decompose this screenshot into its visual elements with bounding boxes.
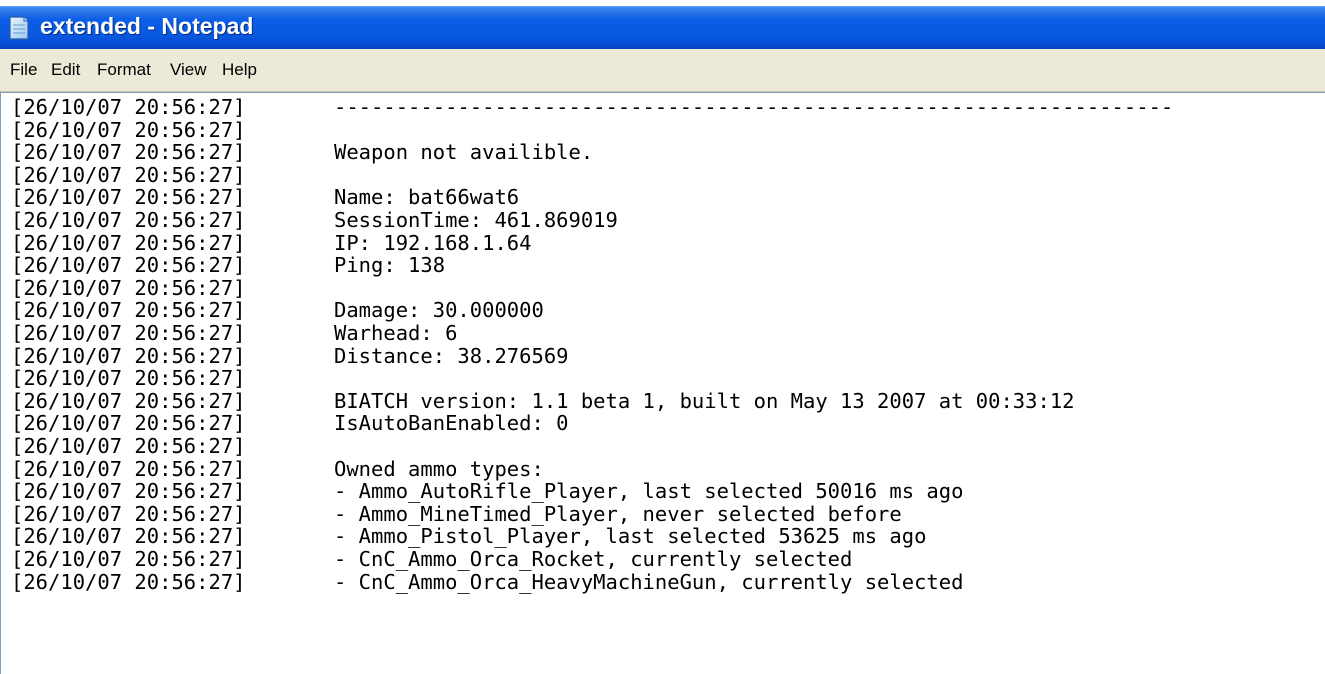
text-editor-area[interactable]: [26/10/07 20:56:27] ---------------------… xyxy=(0,92,1325,674)
log-message: Owned ammo types: xyxy=(334,456,544,481)
log-timestamp: [26/10/07 20:56:27] xyxy=(11,162,246,187)
log-message: Warhead: 6 xyxy=(334,321,458,345)
text-line: [26/10/07 20:56:27] Distance: 38.276569 xyxy=(1,344,1325,368)
log-message: Damage: 30.000000 xyxy=(334,298,544,323)
log-timestamp: [26/10/07 20:56:27] xyxy=(11,343,246,368)
text-line: [26/10/07 20:56:27] xyxy=(1,276,1325,300)
text-line: [26/10/07 20:56:27] BIATCH version: 1.1 b… xyxy=(1,389,1325,413)
log-timestamp: [26/10/07 20:56:27] xyxy=(11,547,246,571)
title-bar[interactable]: extended - Notepad xyxy=(0,6,1325,49)
log-message: Distance: 38.276569 xyxy=(334,343,569,368)
log-message: - Ammo_AutoRifle_Player, last selected 5… xyxy=(334,479,964,504)
text-line: [26/10/07 20:56:27] Weapon not availible. xyxy=(1,140,1325,164)
text-line: [26/10/07 20:56:27] ---------------------… xyxy=(1,95,1325,119)
menu-help[interactable]: Help xyxy=(222,60,257,80)
log-timestamp: [26/10/07 20:56:27] xyxy=(11,95,246,119)
text-line: [26/10/07 20:56:27] - Ammo_MineTimed_Play… xyxy=(1,502,1325,526)
text-line: [26/10/07 20:56:27] SessionTime: 461.8690… xyxy=(1,208,1325,232)
log-timestamp: [26/10/07 20:56:27] xyxy=(11,434,246,458)
text-line: [26/10/07 20:56:27] xyxy=(1,366,1325,390)
log-timestamp: [26/10/07 20:56:27] xyxy=(11,140,246,165)
log-timestamp: [26/10/07 20:56:27] xyxy=(11,456,246,481)
log-timestamp: [26/10/07 20:56:27] xyxy=(11,524,246,549)
log-timestamp: [26/10/07 20:56:27] xyxy=(11,569,246,594)
log-timestamp: [26/10/07 20:56:27] xyxy=(11,388,246,413)
text-line: [26/10/07 20:56:27] xyxy=(1,434,1325,458)
log-timestamp: [26/10/07 20:56:27] xyxy=(11,185,246,210)
log-message: ----------------------------------------… xyxy=(334,95,1174,119)
window-title: extended - Notepad xyxy=(40,13,254,39)
log-timestamp: [26/10/07 20:56:27] xyxy=(11,366,246,391)
text-line: [26/10/07 20:56:27] IP: 192.168.1.64 xyxy=(1,231,1325,255)
text-line: [26/10/07 20:56:27] xyxy=(1,118,1325,142)
text-line: [26/10/07 20:56:27] Name: bat66wat6 xyxy=(1,185,1325,209)
text-line: [26/10/07 20:56:27] - Ammo_AutoRifle_Play… xyxy=(1,479,1325,503)
notepad-icon xyxy=(7,15,31,41)
menu-file[interactable]: File xyxy=(10,60,37,80)
log-timestamp: [26/10/07 20:56:27] xyxy=(11,253,246,278)
text-line: [26/10/07 20:56:27] IsAutoBanEnabled: 0 xyxy=(1,411,1325,435)
log-timestamp: [26/10/07 20:56:27] xyxy=(11,275,246,300)
log-message: - Ammo_Pistol_Player, last selected 5362… xyxy=(334,524,927,549)
log-message: Ping: 138 xyxy=(334,253,446,278)
log-timestamp: [26/10/07 20:56:27] xyxy=(11,230,246,255)
menu-view[interactable]: View xyxy=(170,60,207,80)
log-message: IP: 192.168.1.64 xyxy=(334,230,532,255)
text-line: [26/10/07 20:56:27] Damage: 30.000000 xyxy=(1,298,1325,322)
log-timestamp: [26/10/07 20:56:27] xyxy=(11,117,246,142)
text-line: [26/10/07 20:56:27] - CnC_Ammo_Orca_Rocke… xyxy=(1,547,1325,571)
log-timestamp: [26/10/07 20:56:27] xyxy=(11,298,246,323)
text-line: [26/10/07 20:56:27] Ping: 138 xyxy=(1,253,1325,277)
text-line: [26/10/07 20:56:27] - Ammo_Pistol_Player,… xyxy=(1,524,1325,548)
log-message: BIATCH version: 1.1 beta 1, built on May… xyxy=(334,388,1075,413)
log-timestamp: [26/10/07 20:56:27] xyxy=(11,411,246,436)
log-timestamp: [26/10/07 20:56:27] xyxy=(11,321,246,345)
text-line: [26/10/07 20:56:27] Owned ammo types: xyxy=(1,457,1325,481)
log-timestamp: [26/10/07 20:56:27] xyxy=(11,479,246,504)
menu-format[interactable]: Format xyxy=(97,60,151,80)
log-message: - CnC_Ammo_Orca_HeavyMachineGun, current… xyxy=(334,569,964,594)
log-timestamp: [26/10/07 20:56:27] xyxy=(11,501,246,526)
log-message: Weapon not availible. xyxy=(334,140,594,165)
log-message: SessionTime: 461.869019 xyxy=(334,208,618,232)
text-line: [26/10/07 20:56:27] xyxy=(1,163,1325,187)
log-message: Name: bat66wat6 xyxy=(334,185,520,210)
notepad-window: extended - Notepad File Edit Format View… xyxy=(0,6,1325,674)
menu-edit[interactable]: Edit xyxy=(51,60,80,80)
log-message: IsAutoBanEnabled: 0 xyxy=(334,411,569,436)
menu-bar: File Edit Format View Help xyxy=(0,49,1325,92)
log-message: - CnC_Ammo_Orca_Rocket, currently select… xyxy=(334,547,853,571)
text-line: [26/10/07 20:56:27] Warhead: 6 xyxy=(1,321,1325,345)
text-line: [26/10/07 20:56:27] - CnC_Ammo_Orca_Heavy… xyxy=(1,570,1325,594)
log-message: - Ammo_MineTimed_Player, never selected … xyxy=(334,501,902,526)
log-timestamp: [26/10/07 20:56:27] xyxy=(11,208,246,232)
